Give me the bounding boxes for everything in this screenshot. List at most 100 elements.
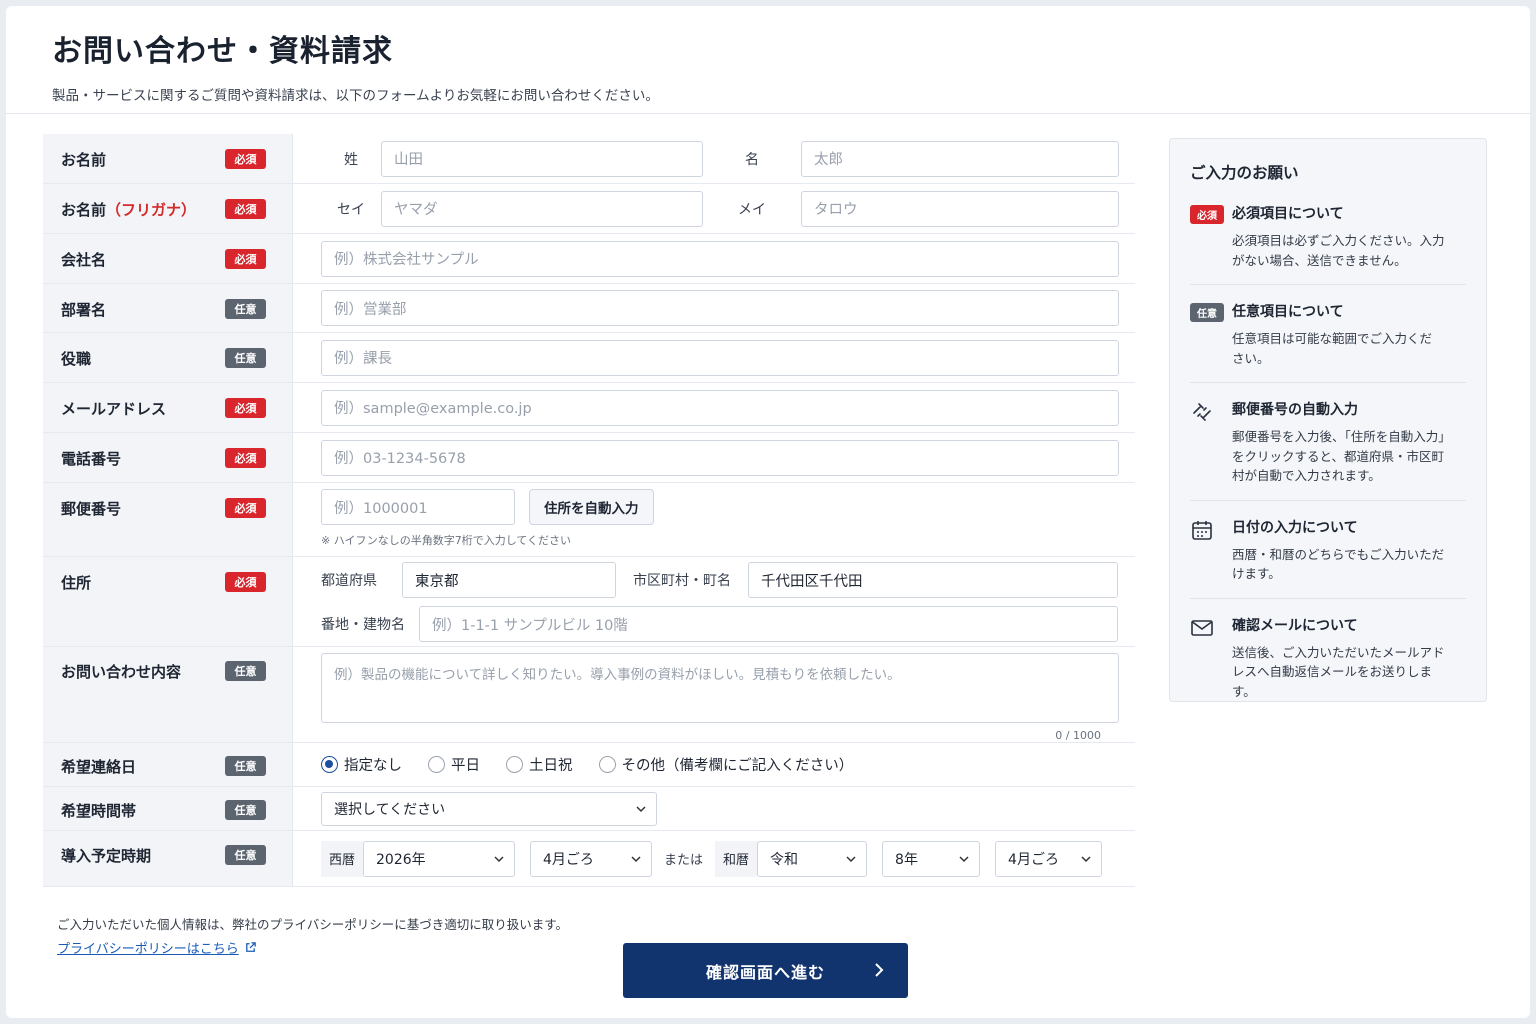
required-badge-icon: 必須 [1190,205,1224,224]
label-inquiry: お問い合わせ内容 [61,663,182,681]
street-label: 番地・建物名 [321,617,405,633]
era-select[interactable]: 令和 [757,840,868,877]
guide-item-title: 郵便番号の自動入力 [1232,402,1358,418]
first-name-label: 名 [745,151,759,168]
chevron-down-icon [636,805,646,812]
guide-item-body: 西暦・和暦のどちらでもご入力いただけます。 [1232,546,1445,582]
prefecture-label: 都道府県 [321,573,377,589]
japanese-era-label: 和暦 [715,840,758,877]
company-input[interactable]: 例）株式会社サンプル [321,240,1119,277]
row-kana: お名前（フリガナ） 必須 セイ ヤマダ メイ タロウ [43,184,1135,234]
optional-badge: 任意 [225,299,266,319]
label-position: 役職 [61,350,92,368]
optional-badge: 任意 [225,756,266,776]
department-input[interactable]: 例）営業部 [321,290,1119,326]
chevron-down-icon [494,855,504,862]
row-name: お名前 必須 姓 山田 名 太郎 [43,134,1135,184]
mail-icon [1191,619,1213,636]
required-badge: 必須 [225,448,266,468]
page-header: お問い合わせ・資料請求 製品・サービスに関するご質問や資料請求は、以下のフォーム… [6,6,1530,114]
postal-input[interactable]: 例）1000001 [321,489,515,525]
inquiry-textarea[interactable]: 例）製品の機能について詳しく知りたい。導入事例の資料がほしい。見積もりを依頼した… [321,653,1119,723]
era-year-select[interactable]: 8年 [882,840,981,877]
label-department: 部署名 [61,301,107,319]
optional-badge: 任意 [225,348,266,368]
guide-item-title: 任意項目について [1232,304,1344,320]
row-email: メールアドレス 必須 例）sample@example.co.jp [43,383,1135,433]
radio-checked-icon [321,756,338,773]
input-guide-panel: ご入力のお願い 必須 必須項目について 必須項目は必ずご入力ください。入力がない… [1169,138,1487,702]
last-kana-label: セイ [337,201,365,218]
city-label: 市区町村・町名 [633,573,731,589]
privacy-note: ご入力いただいた個人情報は、弊社のプライバシーポリシーに基づき適切に取り扱います… [57,917,569,932]
guide-item-body: 任意項目は可能な範囲でご入力ください。 [1232,331,1433,366]
guide-item-optional: 任意 任意項目について 任意項目は可能な範囲でご入力ください。 [1190,301,1466,383]
guide-item-mail: 確認メールについて 送信後、ご入力いただいたメールアドレスへ自動返信メールをお送… [1190,615,1466,716]
radio-weekday[interactable]: 平日 [428,754,480,775]
character-counter: 0 / 1000 [1055,729,1101,742]
label-contact-time: 希望時間帯 [61,802,137,820]
guide-title: ご入力のお願い [1190,164,1299,182]
row-postal: 郵便番号 必須 例）1000001 住所を自動入力 ※ ハイフンなしの半角数字7… [43,483,1135,557]
first-kana-input[interactable]: タロウ [801,190,1119,227]
chevron-down-icon [631,855,641,862]
privacy-policy-link[interactable]: プライバシーポリシーはこちら [57,938,257,957]
city-input[interactable]: 千代田区千代田 [748,562,1118,598]
required-badge: 必須 [225,572,266,592]
contact-form: お名前 必須 姓 山田 名 太郎 お名前（フリガナ） 必須 セイ ヤマダ メイ … [43,134,1135,887]
row-department: 部署名 任意 例）営業部 [43,284,1135,333]
row-schedule: 導入予定時期 任意 西暦 2026年 4月ごろ または 和暦 令和 8年 4月ご… [43,831,1135,887]
last-kana-input[interactable]: ヤマダ [381,190,703,227]
guide-item-date: 日付の入力について 西暦・和暦のどちらでもご入力いただけます。 [1190,517,1466,599]
street-input[interactable]: 例）1-1-1 サンプルビル 10階 [419,606,1118,642]
proceed-to-confirm-button[interactable]: 確認画面へ進む [623,943,908,998]
first-name-input[interactable]: 太郎 [801,140,1119,177]
row-inquiry: お問い合わせ内容 任意 例）製品の機能について詳しく知りたい。導入事例の資料がほ… [43,647,1135,743]
row-contact-day: 希望連絡日 任意 指定なし 平日 土日祝 その他（備考欄にご記入ください） [43,743,1135,787]
required-badge: 必須 [225,149,266,169]
last-name-input[interactable]: 山田 [381,140,703,177]
postal-hint: ※ ハイフンなしの半角数字7桁で入力してください [321,534,572,547]
radio-unchecked-icon [506,756,523,773]
first-kana-label: メイ [738,201,766,218]
radio-other[interactable]: その他（備考欄にご記入ください） [598,754,853,775]
radio-unchecked-icon [428,756,445,773]
row-contact-time: 希望時間帯 任意 選択してください [43,787,1135,831]
row-position: 役職 任意 例）課長 [43,333,1135,383]
contact-day-radio-group: 指定なし 平日 土日祝 その他（備考欄にご記入ください） [321,754,879,775]
prefecture-input[interactable]: 東京都 [402,562,616,598]
label-schedule: 導入予定時期 [61,847,152,865]
guide-item-required: 必須 必須項目について 必須項目は必ずご入力ください。入力がない場合、送信できま… [1190,203,1466,285]
western-year-select[interactable]: 2026年 [363,840,516,877]
label-phone: 電話番号 [61,450,122,468]
chevron-down-icon [1081,855,1091,862]
row-address: 住所 必須 都道府県 東京都 市区町村・町名 千代田区千代田 番地・建物名 例）… [43,557,1135,647]
required-badge: 必須 [225,199,266,219]
guide-item-body: 送信後、ご入力いただいたメールアドレスへ自動返信メールをお送りします。 [1232,644,1445,699]
or-text: または [664,853,704,868]
row-phone: 電話番号 必須 例）03-1234-5678 [43,433,1135,483]
contact-page: お問い合わせ・資料請求 製品・サービスに関するご質問や資料請求は、以下のフォーム… [6,6,1530,1018]
email-input[interactable]: 例）sample@example.co.jp [321,389,1119,426]
calendar-icon [1192,520,1212,540]
radio-weekend[interactable]: 土日祝 [506,754,573,775]
contact-time-select[interactable]: 選択してください [321,791,657,826]
position-input[interactable]: 例）課長 [321,339,1119,376]
row-company: 会社名 必須 例）株式会社サンプル [43,234,1135,284]
auto-fill-icon [1193,403,1211,421]
external-link-icon [245,942,256,952]
radio-none[interactable]: 指定なし [321,754,402,775]
optional-badge: 任意 [225,845,266,865]
western-month-select[interactable]: 4月ごろ [530,840,653,877]
required-badge: 必須 [225,498,266,518]
address-autofill-button[interactable]: 住所を自動入力 [529,489,654,525]
era-month-select[interactable]: 4月ごろ [995,840,1103,877]
guide-item-title: 日付の入力について [1232,519,1358,536]
page-description: 製品・サービスに関するご質問や資料請求は、以下のフォームよりお気軽にお問い合わせ… [52,88,659,104]
label-name: お名前 [61,151,107,169]
required-badge: 必須 [225,398,266,418]
label-email: メールアドレス [61,400,167,418]
guide-item-title: 確認メールについて [1232,617,1358,634]
phone-input[interactable]: 例）03-1234-5678 [321,439,1119,476]
guide-item-body: 郵便番号を入力後、「住所を自動入力」をクリックすると、都道府県・市区町村が自動で… [1232,429,1451,483]
